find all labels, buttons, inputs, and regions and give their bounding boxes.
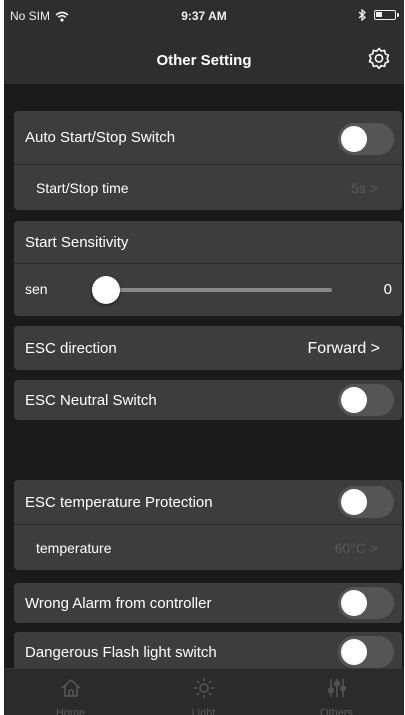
auto-start-stop-toggle[interactable] bbox=[338, 123, 394, 155]
esc-direction-value: Forward > bbox=[307, 340, 380, 357]
sen-label: sen bbox=[25, 281, 48, 297]
sen-row: sen 0 bbox=[14, 264, 402, 316]
esc-neutral-toggle[interactable] bbox=[338, 384, 394, 416]
esc-direction-row[interactable]: ESC direction Forward > bbox=[14, 326, 402, 370]
sen-slider-handle[interactable] bbox=[92, 276, 120, 304]
tab-light-label: Light bbox=[191, 707, 216, 715]
toggle-knob bbox=[341, 126, 367, 152]
tab-others[interactable]: Others bbox=[270, 669, 403, 715]
nav-bar: Other Setting bbox=[4, 32, 404, 84]
esc-neutral-row: ESC Neutral Switch bbox=[14, 380, 402, 420]
temperature-row[interactable]: temperature 60°C > bbox=[14, 525, 402, 570]
status-bar: No SIM 9:37 AM bbox=[4, 0, 404, 32]
gear-icon[interactable] bbox=[366, 46, 392, 72]
tab-light[interactable]: Light bbox=[137, 669, 270, 715]
temperature-value: 60°C > bbox=[334, 540, 378, 556]
battery-fill bbox=[376, 12, 382, 17]
esc-temp-protection-toggle[interactable] bbox=[338, 486, 394, 518]
sen-value: 0 bbox=[383, 281, 392, 298]
start-sensitivity-header: Start Sensitivity bbox=[14, 221, 402, 263]
auto-start-stop-label: Auto Start/Stop Switch bbox=[25, 129, 176, 146]
wrong-alarm-label: Wrong Alarm from controller bbox=[25, 595, 212, 612]
battery-icon bbox=[374, 10, 399, 20]
esc-temp-protection-label: ESC temperature Protection bbox=[25, 494, 213, 511]
status-right bbox=[358, 9, 399, 21]
sliders-icon bbox=[328, 679, 346, 697]
tab-home[interactable]: Home bbox=[4, 669, 137, 715]
start-stop-time-label: Start/Stop time bbox=[36, 180, 129, 196]
bluetooth-icon bbox=[358, 9, 366, 21]
sen-slider-track[interactable] bbox=[106, 288, 332, 292]
sun-icon bbox=[194, 678, 214, 698]
danger-flash-row: Dangerous Flash light switch bbox=[14, 632, 402, 672]
temperature-label: temperature bbox=[36, 540, 112, 556]
toggle-knob bbox=[341, 639, 367, 665]
settings-list: Auto Start/Stop Switch Start/Stop time 5… bbox=[4, 84, 404, 672]
home-icon bbox=[61, 679, 81, 697]
danger-flash-label: Dangerous Flash light switch bbox=[25, 644, 217, 661]
toggle-knob bbox=[341, 489, 367, 515]
toggle-knob bbox=[341, 590, 367, 616]
status-time: 9:37 AM bbox=[181, 9, 227, 23]
esc-direction-label: ESC direction bbox=[25, 340, 117, 357]
tab-home-label: Home bbox=[55, 707, 86, 715]
toggle-knob bbox=[341, 387, 367, 413]
esc-temp-protection-row: ESC temperature Protection bbox=[14, 480, 402, 524]
app-screen: No SIM 9:37 AM Other Setting Auto Start/… bbox=[4, 0, 404, 715]
wrong-alarm-row: Wrong Alarm from controller bbox=[14, 583, 402, 623]
start-sensitivity-label: Start Sensitivity bbox=[25, 234, 129, 251]
esc-neutral-label: ESC Neutral Switch bbox=[25, 392, 157, 409]
tab-bar: Home Light Others bbox=[4, 668, 404, 715]
page-title: Other Setting bbox=[156, 52, 252, 69]
start-stop-time-value: 5s > bbox=[351, 180, 378, 196]
wrong-alarm-toggle[interactable] bbox=[338, 587, 394, 619]
danger-flash-toggle[interactable] bbox=[338, 636, 394, 668]
start-stop-time-row[interactable]: Start/Stop time 5s > bbox=[14, 165, 402, 210]
tab-others-label: Others bbox=[319, 707, 353, 715]
